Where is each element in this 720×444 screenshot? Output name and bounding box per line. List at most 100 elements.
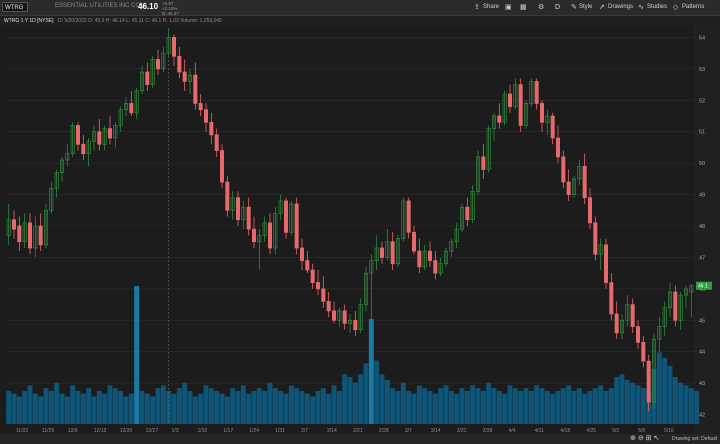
volume-bar — [496, 390, 502, 424]
patterns-icon[interactable]: ◇ — [673, 2, 678, 13]
candle-body — [566, 181, 571, 195]
y-tick-label: 49 — [699, 193, 705, 199]
volume-bar — [614, 377, 620, 424]
volume-bar — [219, 393, 225, 424]
last-price: 46.10 — [138, 2, 159, 11]
volume-bar — [432, 393, 438, 424]
lock-icon[interactable]: D — [555, 2, 560, 13]
drawing-set-label[interactable]: Drawing set: Default — [672, 436, 717, 442]
candle-body — [406, 200, 411, 233]
chart-background — [0, 26, 720, 434]
zoom-fit-icon[interactable]: ⊞ — [646, 435, 652, 442]
cursor-icon[interactable]: ↖ — [653, 435, 659, 442]
candle-body — [225, 181, 230, 211]
symbol-input[interactable]: WTRG — [2, 2, 28, 12]
volume-bar — [310, 396, 316, 424]
volume-bar — [11, 393, 17, 424]
candle-body — [481, 156, 486, 170]
volume-bar — [176, 388, 182, 424]
last-price-tag-label: 46.1 — [698, 284, 708, 290]
candle-body — [630, 304, 635, 327]
volume-bar — [608, 388, 614, 424]
candle-body — [555, 137, 561, 158]
studies-icon[interactable]: ∿ — [638, 2, 644, 13]
volume-bar — [539, 388, 545, 424]
candle-body — [326, 301, 331, 312]
volume-bar — [454, 393, 460, 424]
volume-bar — [256, 388, 262, 424]
volume-bar — [347, 377, 353, 424]
candle-body — [507, 93, 513, 107]
volume-bar — [326, 393, 332, 424]
y-tick-label: 53 — [699, 67, 705, 73]
volume-bar — [411, 393, 417, 424]
candle-body — [75, 125, 81, 145]
ohlc-readout: D: 5/20/2022 O: 45.9 H: 46.14 L: 45.11 C… — [58, 18, 222, 24]
volume-bar — [294, 388, 300, 424]
studies-button[interactable]: Studies — [647, 2, 667, 13]
volume-bar — [443, 385, 449, 424]
candle-body — [582, 165, 587, 199]
volume-bar — [6, 390, 12, 424]
volume-bar — [571, 390, 577, 424]
volume-bar — [54, 382, 60, 424]
candle-body — [646, 360, 651, 403]
candle-body — [310, 269, 315, 283]
volume-bar — [214, 390, 220, 424]
chart-symbol-label[interactable]: WTRG 1 Y 1D [NYSE] — [4, 16, 54, 26]
volume-bar — [86, 388, 92, 424]
candle-body — [214, 134, 219, 151]
volume-bar — [656, 352, 662, 424]
volume-bar — [224, 396, 230, 424]
volume-bar — [102, 393, 108, 424]
volume-bar — [502, 393, 508, 424]
volume-bar — [566, 385, 572, 424]
candle-body — [182, 71, 187, 82]
volume-bar — [283, 393, 289, 424]
y-tick-label: 54 — [699, 35, 705, 41]
candle-body — [267, 222, 273, 249]
drawings-button[interactable]: Drawings — [608, 2, 633, 13]
style-button[interactable]: Style — [579, 2, 592, 13]
candle-body — [81, 143, 86, 155]
patterns-button[interactable]: Patterns — [682, 2, 704, 13]
volume-bar — [112, 388, 118, 424]
style-icon[interactable]: ✎ — [571, 2, 577, 13]
volume-bar — [155, 388, 161, 424]
price-change-block: +0.97 +2.15% B: 46.07 — [162, 1, 179, 16]
gear-icon[interactable]: ⚙ — [538, 2, 544, 13]
volume-bar — [336, 390, 342, 424]
grid-icon[interactable]: ▦ — [520, 2, 527, 13]
volume-bar — [64, 396, 70, 424]
volume-bar — [683, 385, 689, 424]
volume-bar — [459, 388, 465, 424]
volume-bar — [123, 396, 129, 424]
volume-bar — [358, 374, 364, 424]
volume-bar — [635, 385, 641, 424]
candle-body — [614, 313, 619, 334]
volume-bar — [619, 374, 625, 424]
candle-body — [417, 250, 422, 268]
volume-bar — [208, 388, 214, 424]
price-chart[interactable]: 5453525150494847464544434211/22 11/29 12/6… — [0, 26, 720, 434]
volume-bar — [491, 388, 497, 424]
volume-bar — [288, 385, 294, 424]
volume-bar — [555, 390, 561, 424]
candle-body — [315, 282, 321, 290]
account-icon[interactable]: ▣ — [505, 2, 512, 13]
zoom-in-icon[interactable]: ⊕ — [630, 435, 636, 442]
share-button[interactable]: Share — [483, 2, 499, 13]
volume-bar — [624, 379, 630, 424]
candle-body — [534, 81, 539, 104]
candle-body — [219, 150, 225, 183]
volume-bar — [70, 385, 76, 424]
volume-bar — [262, 390, 268, 424]
volume-bar — [315, 390, 321, 424]
drawings-icon[interactable]: ↗ — [599, 2, 605, 13]
volume-bar — [118, 390, 124, 424]
candle-body — [635, 326, 641, 343]
company-name: ESSENTIAL UTILITIES INC COM — [55, 3, 146, 9]
share-icon[interactable]: ⇪ — [474, 2, 480, 13]
candle-body — [587, 197, 593, 224]
zoom-out-icon[interactable]: ⊖ — [638, 435, 644, 442]
